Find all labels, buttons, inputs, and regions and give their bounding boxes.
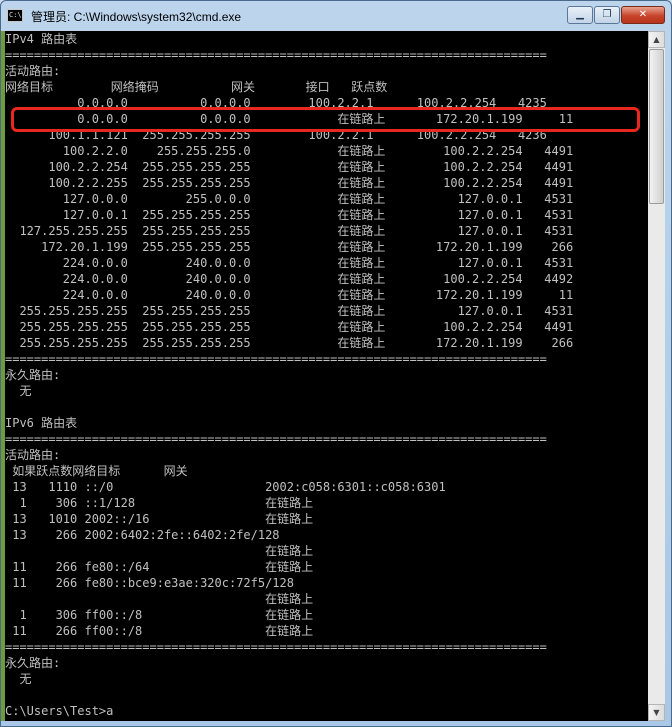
console-text: IPv4 路由表 ===============================… (5, 31, 648, 719)
console-line: 11 266 ff00::/8 在链路上 (5, 624, 314, 638)
minimize-button[interactable]: ▁ (567, 6, 593, 24)
window-title: 管理员: C:\Windows\system32\cmd.exe (31, 10, 242, 24)
title-bar[interactable]: C:\ 管理员: C:\Windows\system32\cmd.exe ▁ ❐… (1, 1, 671, 31)
console-line: 永久路由: (5, 656, 61, 670)
console-line: 1 306 ::1/128 在链路上 (5, 496, 314, 510)
console-line: ========================================… (5, 48, 547, 62)
highlight-annotation (11, 107, 640, 132)
console-line: 11 266 fe80::/64 在链路上 (5, 560, 314, 574)
console-line: 无 (5, 672, 32, 686)
console-line: ========================================… (5, 640, 547, 654)
console-line: 如果跃点数网络目标 网关 (5, 464, 188, 478)
console-output[interactable]: IPv4 路由表 ===============================… (5, 31, 648, 721)
cmd-app-icon[interactable]: C:\ (7, 9, 23, 22)
console-line: 在链路上 (5, 592, 314, 606)
scroll-thumb[interactable] (649, 49, 664, 204)
console-line: 11 266 fe80::bce9:e3ae:320c:72f5/128 (5, 576, 294, 590)
console-line: 网络目标 网络掩码 网关 接口 跃点数 (5, 80, 388, 94)
console-line: 13 1010 2002::/16 在链路上 (5, 512, 314, 526)
console-line: 224.0.0.0 240.0.0.0 在链路上 127.0.0.1 4531 (5, 256, 574, 270)
console-line: 在链路上 (5, 544, 314, 558)
vertical-scrollbar[interactable]: ▲ ▼ (648, 31, 665, 721)
console-line: IPv6 路由表 (5, 416, 78, 430)
console-line: 127.0.0.1 255.255.255.255 在链路上 127.0.0.1… (5, 208, 574, 222)
console-line: 172.20.1.199 255.255.255.255 在链路上 172.20… (5, 240, 574, 254)
console-line: 255.255.255.255 255.255.255.255 在链路上 172… (5, 336, 574, 350)
console-line: 127.255.255.255 255.255.255.255 在链路上 127… (5, 224, 574, 238)
console-line: 255.255.255.255 255.255.255.255 在链路上 100… (5, 320, 574, 334)
console-line: 永久路由: (5, 368, 61, 382)
console-line: IPv4 路由表 (5, 32, 78, 46)
console-line: 活动路由: (5, 448, 61, 462)
console-line: 13 266 2002:6402:2fe::6402:2fe/128 (5, 528, 280, 542)
console-line: 13 1110 ::/0 2002:c058:6301::c058:6301 (5, 480, 446, 494)
console-line: 无 (5, 384, 32, 398)
scroll-up-icon[interactable]: ▲ (648, 31, 665, 48)
console-line: 100.2.2.0 255.255.255.0 在链路上 100.2.2.254… (5, 144, 574, 158)
console-line: 127.0.0.0 255.0.0.0 在链路上 127.0.0.1 4531 (5, 192, 574, 206)
console-line: 活动路由: (5, 64, 61, 78)
console-line: ========================================… (5, 432, 547, 446)
console-line: 1 306 ff00::/8 在链路上 (5, 608, 314, 622)
maximize-button[interactable]: ❐ (594, 6, 620, 24)
scroll-down-icon[interactable]: ▼ (648, 704, 665, 721)
console-line: 224.0.0.0 240.0.0.0 在链路上 100.2.2.254 449… (5, 272, 574, 286)
cmd-window: C:\ 管理员: C:\Windows\system32\cmd.exe ▁ ❐… (0, 0, 672, 727)
close-button[interactable]: ✕ (621, 6, 665, 24)
window-bottom-border (1, 721, 671, 726)
console-line: 100.2.2.254 255.255.255.255 在链路上 100.2.2… (5, 160, 574, 174)
console-line: 100.2.2.255 255.255.255.255 在链路上 100.2.2… (5, 176, 574, 190)
console-line: C:\Users\Test>a (5, 704, 114, 718)
console-line: 224.0.0.0 240.0.0.0 在链路上 172.20.1.199 11 (5, 288, 574, 302)
console-line: ========================================… (5, 352, 547, 366)
console-line: 255.255.255.255 255.255.255.255 在链路上 127… (5, 304, 574, 318)
